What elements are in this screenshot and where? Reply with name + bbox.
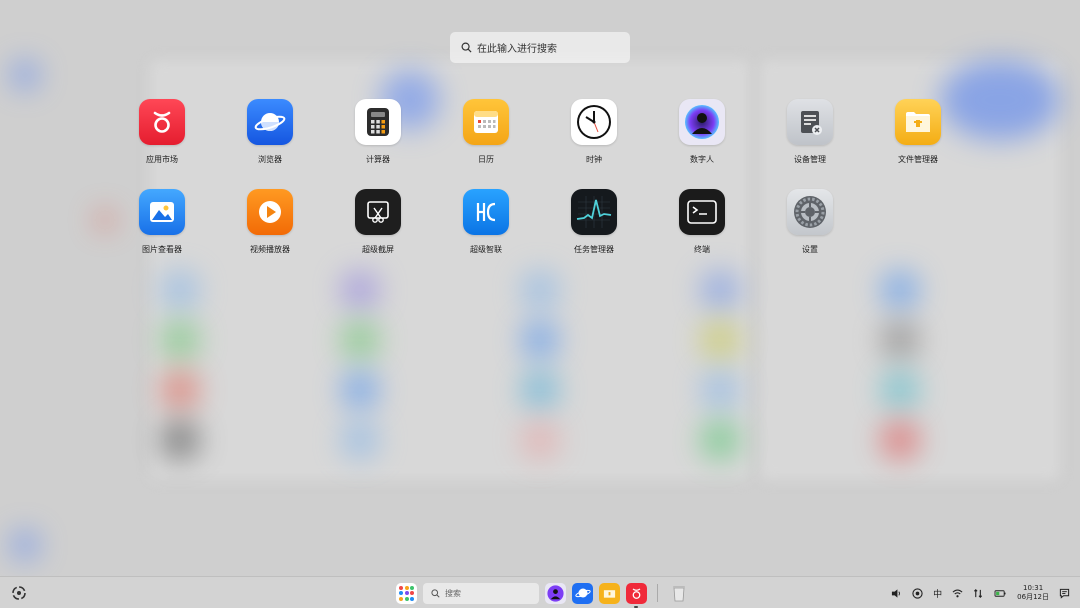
app-store-icon	[139, 99, 185, 145]
notification-icon[interactable]	[1059, 588, 1070, 599]
digital-human-icon	[679, 99, 725, 145]
browser-planet-icon	[247, 99, 293, 145]
app-file-manager[interactable]: 文件管理器	[878, 99, 958, 165]
app-device-manager[interactable]: 设备管理	[770, 99, 850, 165]
app-terminal[interactable]: 终端	[662, 189, 742, 255]
folder-icon	[603, 590, 616, 598]
taskbar-separator	[657, 584, 658, 602]
desktop-backdrop	[0, 0, 1080, 576]
clock-date: 06月12日	[1017, 593, 1049, 601]
app-label: 超级智联	[470, 245, 502, 254]
launcher-grid-icon[interactable]	[396, 582, 417, 604]
taskbar-search-placeholder: 搜索	[445, 588, 461, 598]
taskbar-search-input[interactable]: 搜索	[423, 582, 539, 604]
taskbar-app-store[interactable]	[626, 582, 647, 608]
taskbar-digital-human[interactable]	[545, 582, 566, 604]
device-manager-icon	[787, 99, 833, 145]
app-calendar[interactable]: 日历	[446, 99, 526, 165]
search-icon	[461, 42, 472, 53]
clock-icon	[571, 99, 617, 145]
app-clock[interactable]: 时钟	[554, 99, 634, 165]
app-label: 数字人	[690, 155, 714, 164]
input-method-indicator[interactable]: 中	[933, 587, 942, 600]
activity-monitor-icon	[571, 189, 617, 235]
app-label: 文件管理器	[898, 155, 938, 164]
app-calculator[interactable]: 计算器	[338, 99, 418, 165]
app-task-manager[interactable]: 任务管理器	[554, 189, 634, 255]
app-label: 任务管理器	[574, 245, 614, 254]
folder-icon	[895, 99, 941, 145]
taskbar: 搜索 中 10:31 06月12日	[0, 576, 1080, 608]
clock-time: 10:31	[1022, 584, 1044, 592]
search-placeholder: 在此输入进行搜索	[477, 44, 557, 55]
app-label: 日历	[478, 155, 494, 164]
app-label: 计算器	[366, 155, 390, 164]
app-browser[interactable]: 浏览器	[230, 99, 310, 165]
start-menu-icon[interactable]	[11, 585, 27, 601]
taskbar-trash[interactable]	[668, 583, 689, 604]
app-label: 浏览器	[258, 155, 282, 164]
taskbar-browser[interactable]	[572, 582, 593, 604]
trash-icon	[672, 586, 685, 602]
terminal-icon	[679, 189, 725, 235]
clock[interactable]: 10:31 06月12日	[1017, 584, 1049, 602]
app-label: 视频播放器	[250, 245, 290, 254]
app-label: 超级截屏	[362, 245, 394, 254]
digital-human-icon	[547, 584, 564, 602]
taskbar-file-manager[interactable]	[599, 582, 620, 604]
app-settings[interactable]: 设置	[770, 189, 850, 255]
app-app-store[interactable]: 应用市场	[122, 99, 202, 165]
volume-icon[interactable]	[891, 588, 902, 599]
running-indicator	[634, 605, 638, 608]
record-icon[interactable]	[912, 587, 923, 599]
app-label: 应用市场	[146, 155, 178, 164]
search-icon	[431, 588, 440, 598]
battery-icon[interactable]	[994, 588, 1007, 599]
app-label: 设备管理	[794, 155, 826, 164]
photo-icon	[139, 189, 185, 235]
calendar-icon	[463, 99, 509, 145]
gear-icon	[787, 189, 833, 235]
video-play-icon	[247, 189, 293, 235]
app-super-screenshot[interactable]: 超级截屏	[338, 189, 418, 255]
app-label: 设置	[802, 245, 818, 254]
app-photo-viewer[interactable]: 图片查看器	[122, 189, 202, 255]
launcher-search-input[interactable]: 在此输入进行搜索	[450, 32, 630, 63]
calculator-icon	[355, 99, 401, 145]
app-store-icon	[632, 587, 641, 599]
connect-hc-icon	[463, 189, 509, 235]
browser-planet-icon	[574, 588, 591, 598]
network-transfer-icon[interactable]	[973, 588, 984, 599]
app-label: 终端	[694, 245, 710, 254]
app-label: 时钟	[586, 155, 602, 164]
taskbar-center: 搜索	[396, 581, 689, 608]
system-tray: 中 10:31 06月12日	[891, 581, 1070, 605]
wifi-icon[interactable]	[952, 588, 963, 599]
app-digital-human[interactable]: 数字人	[662, 99, 742, 165]
app-video-player[interactable]: 视频播放器	[230, 189, 310, 255]
screenshot-scissors-icon	[355, 189, 401, 235]
app-label: 图片查看器	[142, 245, 182, 254]
app-super-connect[interactable]: 超级智联	[446, 189, 526, 255]
